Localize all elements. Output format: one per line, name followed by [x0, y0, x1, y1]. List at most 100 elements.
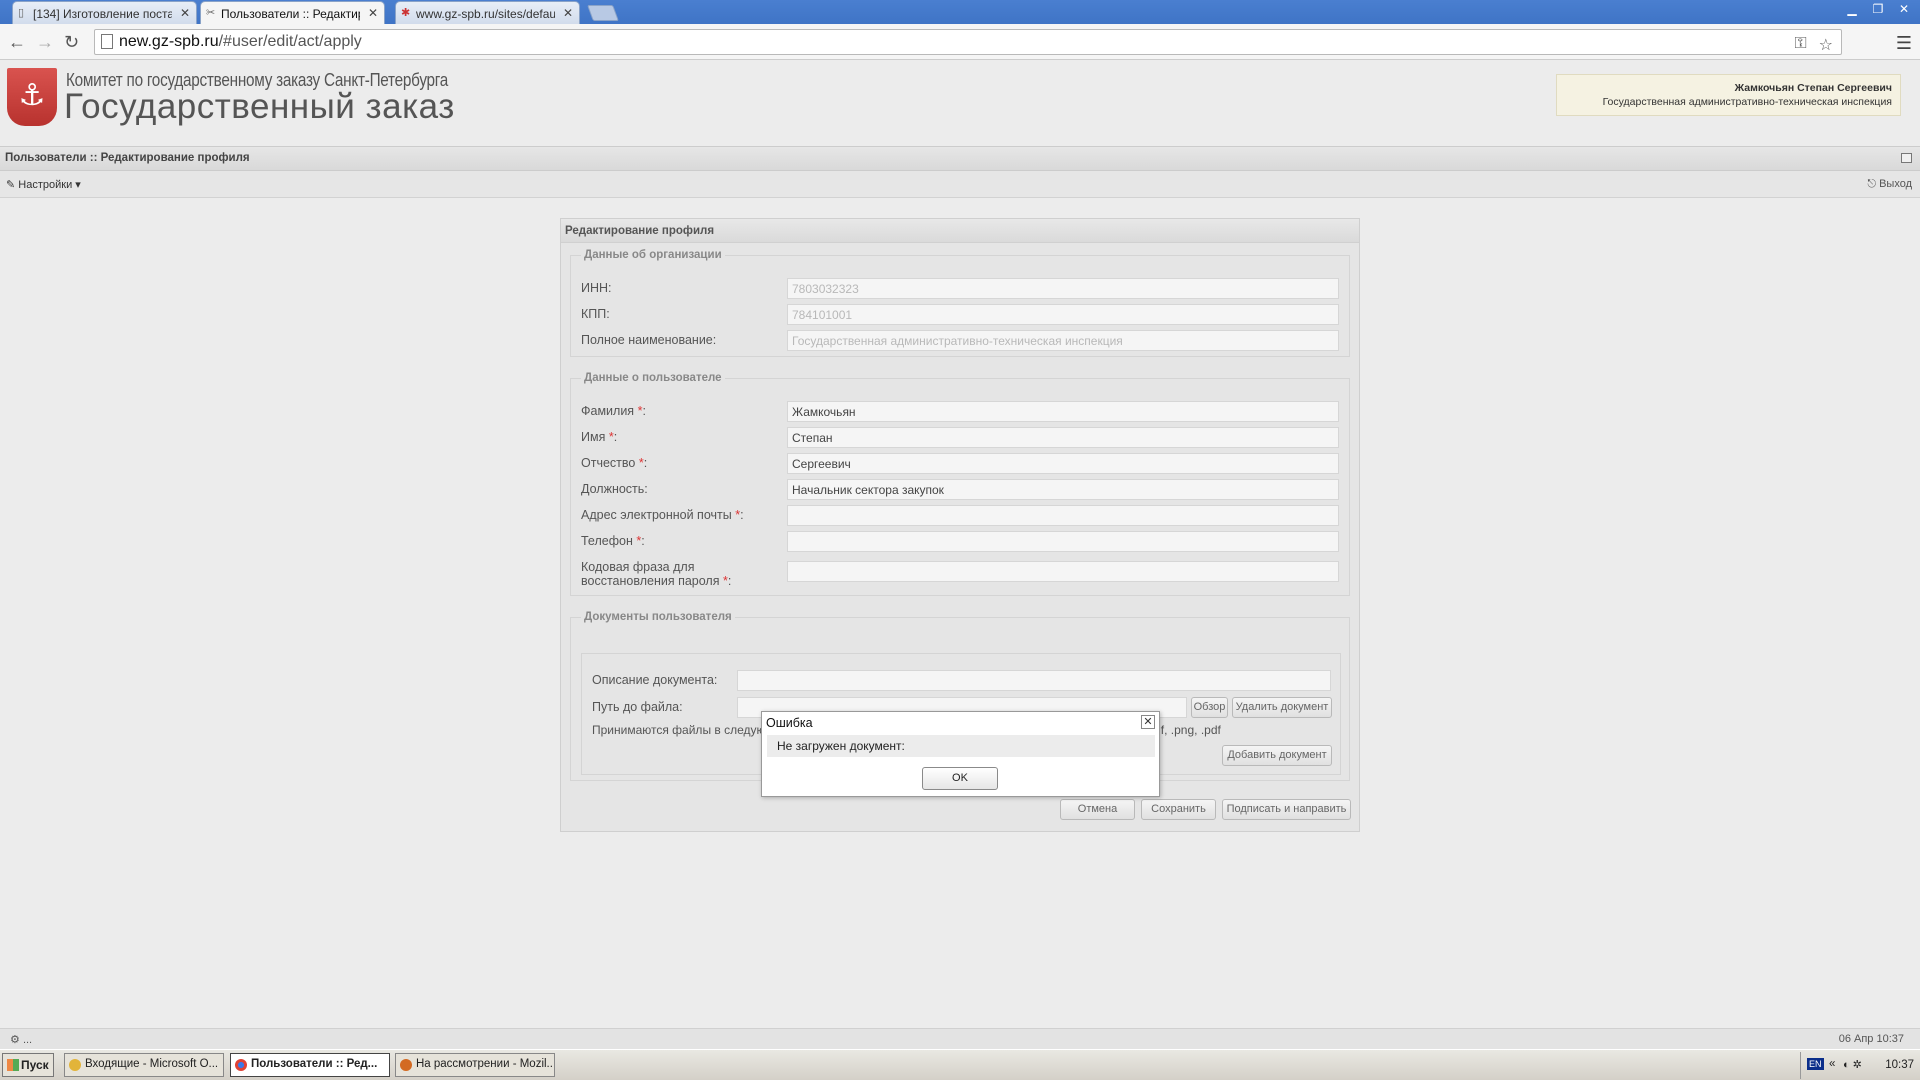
address-bar[interactable]: new.gz-spb.ru/#user/edit/act/apply ⚿ ☆	[94, 29, 1842, 55]
firstname-field[interactable]: Степан	[787, 427, 1339, 448]
emblem-icon: ⚓	[7, 68, 57, 126]
outlook-icon	[69, 1059, 81, 1071]
tray-expand-icon[interactable]: «	[1829, 1058, 1835, 1070]
org-section: Данные об организации ИНН: 7803032323 КП…	[570, 249, 1350, 357]
taskbar: Пуск Входящие - Microsoft O... Пользоват…	[0, 1049, 1920, 1080]
codephrase-label: Кодовая фраза для восстановления пароля *…	[581, 560, 732, 588]
windows-icon	[7, 1059, 19, 1071]
sign-send-button[interactable]: Подписать и направить	[1222, 799, 1351, 820]
dialog-title: Ошибка	[766, 716, 813, 730]
add-document-button[interactable]: Добавить документ	[1222, 745, 1332, 766]
language-indicator[interactable]: EN	[1807, 1058, 1824, 1070]
minimize-icon[interactable]: ▁	[1842, 2, 1862, 16]
close-icon[interactable]: ✕	[368, 6, 378, 20]
position-label: Должность:	[581, 482, 648, 496]
url-path: /#user/edit/act/apply	[218, 33, 362, 50]
tray-icons: ◐✲	[1843, 1058, 1865, 1071]
close-icon[interactable]: ✕	[563, 6, 573, 20]
user-name: Жамкочьян Степан Сергеевич	[1734, 82, 1892, 94]
doc-path-label: Путь до файла:	[592, 700, 683, 714]
cancel-button[interactable]: Отмена	[1060, 799, 1135, 820]
lastname-label: Фамилия *:	[581, 404, 646, 418]
delete-document-button[interactable]: Удалить документ	[1232, 697, 1332, 718]
user-org: Государственная административно-техничес…	[1602, 96, 1892, 108]
settings-menu[interactable]: ✎ Настройки ▾	[6, 178, 81, 191]
url-host: new.gz-spb.ru	[119, 33, 219, 50]
menu-icon[interactable]: ☰	[1896, 33, 1912, 54]
settings-icon[interactable]: ✲	[1853, 1059, 1865, 1071]
dialog-message: Не загружен документ:	[767, 735, 1155, 757]
task-label: Пользователи :: Ред...	[251, 1058, 378, 1070]
firefox-icon	[400, 1059, 412, 1071]
bookmark-star-icon[interactable]: ☆	[1819, 35, 1833, 55]
key-icon[interactable]: ⚿	[1794, 35, 1806, 55]
breadcrumb-text: Пользователи :: Редактирование профиля	[5, 152, 250, 164]
start-label: Пуск	[21, 1058, 49, 1072]
exit-label: Выход	[1879, 178, 1912, 190]
browser-tab-2[interactable]: ✂ Пользователи :: Редактир ✕	[200, 1, 385, 25]
email-field[interactable]	[787, 505, 1339, 526]
close-icon[interactable]: ✕	[1141, 715, 1155, 729]
close-icon[interactable]: ✕	[180, 6, 190, 20]
doc-desc-label: Описание документа:	[592, 673, 718, 687]
status-left: ⚙ ...	[10, 1034, 33, 1046]
taskbar-item-firefox[interactable]: На рассмотрении - Mozil...	[395, 1053, 555, 1077]
address-bar-actions: ⚿ ☆	[1794, 35, 1833, 55]
window-controls: ▁ ❐ ✕	[1842, 2, 1914, 16]
tab-label: Пользователи :: Редактир	[221, 7, 360, 21]
task-label: На рассмотрении - Mozil...	[416, 1058, 555, 1070]
product-title: Государственный заказ	[64, 87, 455, 126]
status-bar: ⚙ ... 06 Апр 10:37	[0, 1028, 1920, 1049]
back-icon[interactable]: ←	[8, 32, 26, 52]
browse-button[interactable]: Обзор	[1191, 697, 1228, 718]
tools-icon: ✂	[206, 7, 216, 19]
settings-label: Настройки	[18, 179, 73, 191]
panel-title: Редактирование профиля	[561, 219, 1359, 243]
wrench-icon: ✎	[6, 179, 16, 191]
exit-link[interactable]: ⎋ Выход	[1867, 178, 1912, 191]
restore-icon[interactable]: ❐	[1868, 2, 1888, 16]
browser-tab-3[interactable]: ✱ www.gz-spb.ru/sites/defaul ✕	[395, 1, 580, 24]
start-button[interactable]: Пуск	[2, 1053, 54, 1077]
main-area: Редактирование профиля Данные об организ…	[0, 198, 1920, 1028]
gear-icon: ⚙	[10, 1034, 20, 1046]
inn-field: 7803032323	[787, 278, 1339, 299]
collapse-icon[interactable]	[1901, 153, 1912, 163]
site-icon: ✱	[401, 7, 411, 19]
fullname-label: Полное наименование:	[581, 333, 717, 347]
user-section-legend: Данные о пользователе	[584, 372, 722, 384]
network-icon[interactable]: ◐	[1843, 1059, 1853, 1071]
doc-desc-input[interactable]	[737, 670, 1331, 691]
system-tray: EN « ◐✲ 10:37	[1800, 1052, 1920, 1079]
codephrase-field[interactable]	[787, 561, 1339, 582]
user-section: Данные о пользователе Фамилия *: Жамкочь…	[570, 372, 1350, 596]
save-button[interactable]: Сохранить	[1141, 799, 1216, 820]
browser-tab-1[interactable]: ▯ [134] Изготовление постав ✕	[12, 1, 197, 24]
taskbar-item-outlook[interactable]: Входящие - Microsoft O...	[64, 1053, 224, 1077]
forward-icon[interactable]: →	[36, 32, 54, 52]
reload-icon[interactable]: ↻	[64, 32, 79, 52]
settings-bar: ✎ Настройки ▾ ⎋ Выход	[0, 171, 1920, 198]
email-label: Адрес электронной почты *:	[581, 508, 744, 522]
phone-field[interactable]	[787, 531, 1339, 552]
close-window-icon[interactable]: ✕	[1894, 2, 1914, 16]
user-info: Жамкочьян Степан Сергеевич Государственн…	[1556, 74, 1901, 116]
middlename-label: Отчество *:	[581, 456, 648, 470]
lastname-field[interactable]: Жамкочьян	[787, 401, 1339, 422]
org-section-legend: Данные об организации	[584, 249, 722, 261]
clock[interactable]: 10:37	[1885, 1059, 1914, 1071]
taskbar-item-chrome[interactable]: Пользователи :: Ред...	[230, 1053, 390, 1077]
kpp-label: КПП:	[581, 307, 610, 321]
status-datetime: 06 Апр 10:37	[1838, 1033, 1904, 1045]
fullname-field: Государственная административно-техничес…	[787, 330, 1339, 351]
middlename-field[interactable]: Сергеевич	[787, 453, 1339, 474]
ok-button[interactable]: OK	[922, 767, 998, 790]
position-field[interactable]: Начальник сектора закупок	[787, 479, 1339, 500]
browser-toolbar: ← → ↻ new.gz-spb.ru/#user/edit/act/apply…	[0, 24, 1920, 60]
error-dialog: Ошибка ✕ Не загружен документ: OK	[761, 711, 1160, 797]
breadcrumb: Пользователи :: Редактирование профиля	[0, 146, 1920, 171]
page-icon	[101, 34, 113, 49]
new-tab-button[interactable]	[587, 5, 619, 21]
inn-label: ИНН:	[581, 281, 612, 295]
exit-icon: ⎋	[1867, 178, 1877, 190]
